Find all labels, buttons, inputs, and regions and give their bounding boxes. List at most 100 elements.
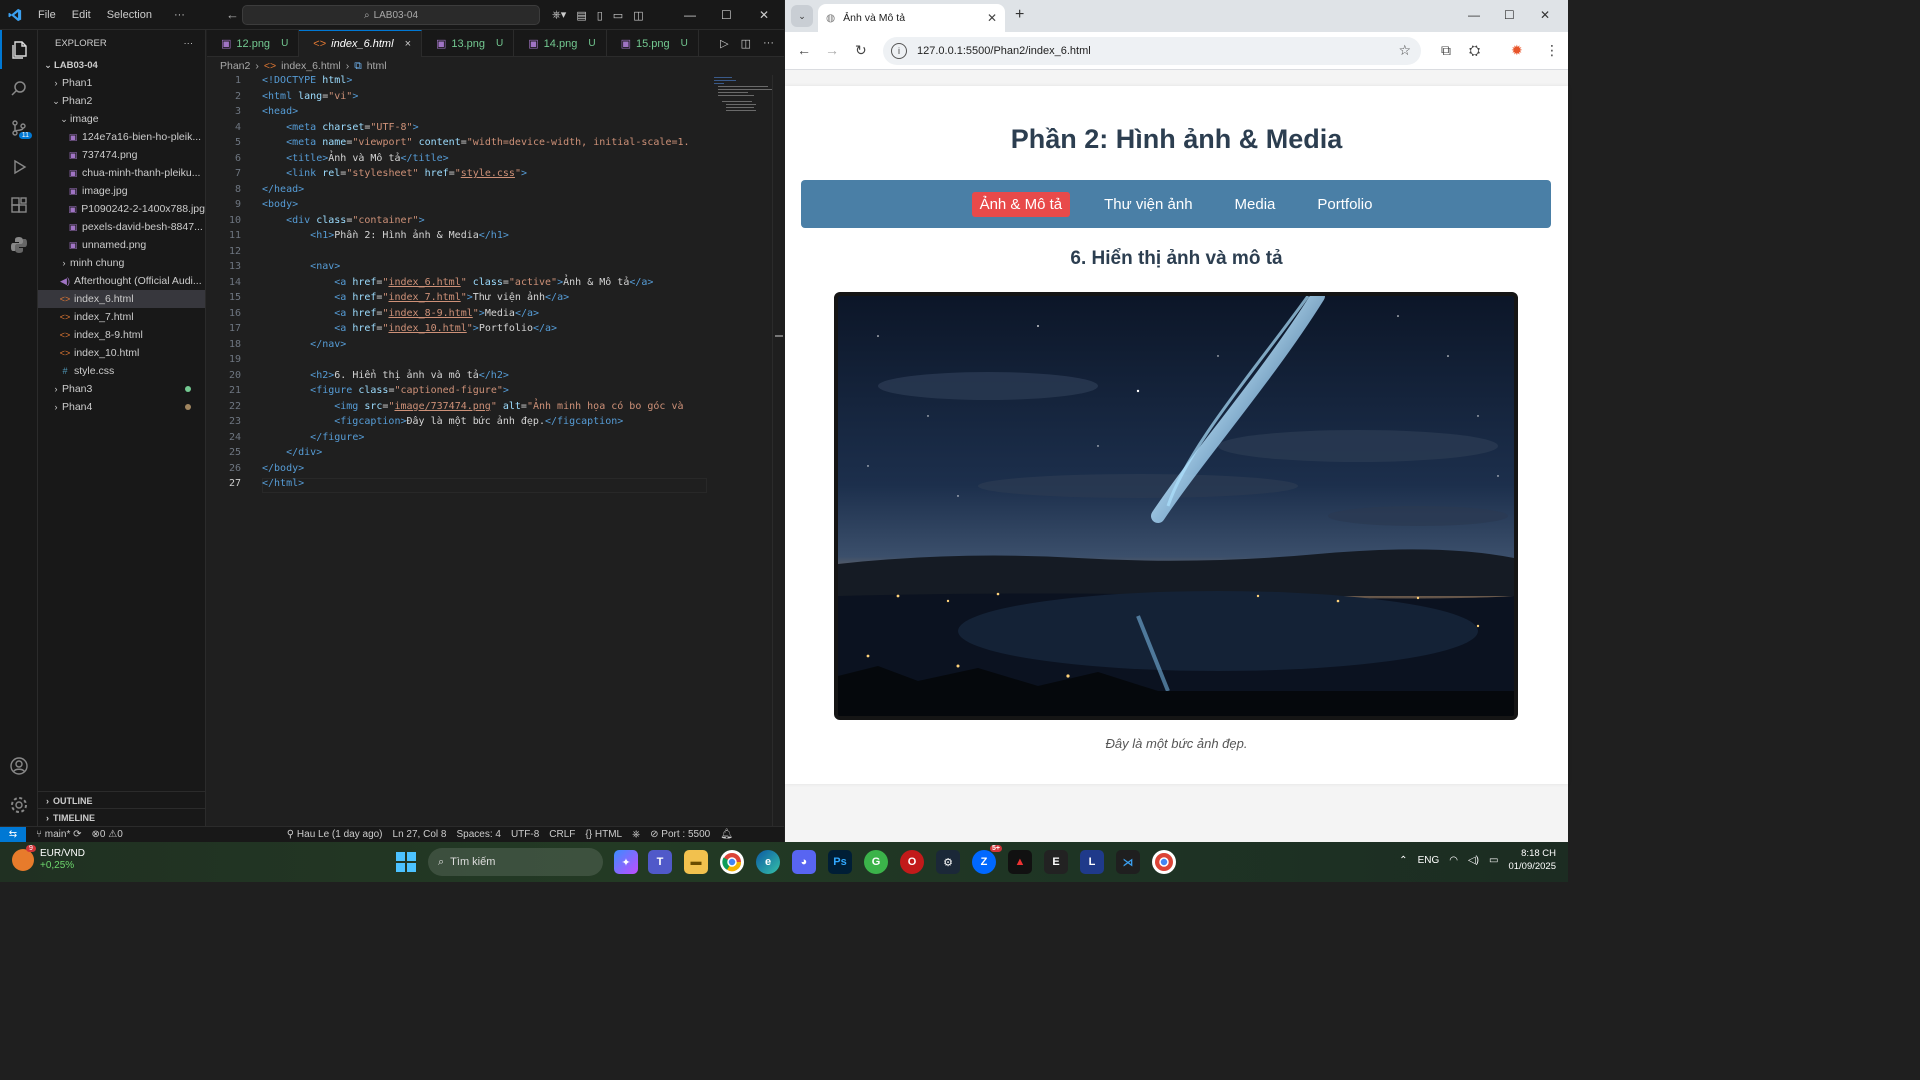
edge-icon[interactable]: e [756,850,780,874]
code-line[interactable]: <link rel="stylesheet" href="style.css"> [262,168,527,179]
bookmark-star-icon[interactable]: ☆ [1398,42,1411,59]
encoding-status[interactable]: UTF-8 [511,829,539,840]
copilot-icon[interactable]: ✦ [614,850,638,874]
page-nav-link[interactable]: Media [1227,192,1284,217]
code-line[interactable]: <a href="index_6.html" class="active">Ản… [262,277,653,288]
code-line[interactable]: </head> [262,184,304,195]
tab-search-chevron-icon[interactable]: ⌄ [791,5,813,27]
profile-extension-icon[interactable]: ✹ [1511,42,1523,58]
eol-status[interactable]: CRLF [549,829,575,840]
chrome-icon[interactable] [720,850,744,874]
workspace-root[interactable]: ⌄ LAB03-04 [38,56,205,74]
code-line[interactable]: <figure class="captioned-figure"> [262,385,509,396]
close-icon[interactable]: ✕ [1540,8,1550,22]
breadcrumb-folder[interactable]: Phan2 [220,60,250,72]
tree-item[interactable]: ▣ chua-minh-thanh-pleiku... [38,164,205,182]
tree-item[interactable]: # style.css [38,362,205,380]
editor-tab[interactable]: ▣ 14.png U [514,30,607,57]
tree-item[interactable]: ▣ unnamed.png [38,236,205,254]
code-line[interactable]: <figcaption>Đây là một bức ảnh đẹp.</fig… [262,416,623,427]
code-line[interactable]: <head> [262,106,298,117]
minimize-icon[interactable]: — [1468,8,1480,22]
kebab-menu-icon[interactable]: ⋮ [1545,42,1559,58]
layout-icon[interactable]: ▤ [576,9,586,22]
command-center-search[interactable]: ⌕ LAB03-04 [242,5,540,25]
editor-tab[interactable]: ▣ 15.png U [607,30,699,57]
ticker-widget[interactable]: 9 EUR/VND +0,25% [12,845,85,872]
code-editor[interactable]: 1 <!DOCTYPE html> 2 <html lang="vi"> 3 <head>… [207,75,707,826]
code-line[interactable]: <img src="image/737474.png" alt="Ảnh min… [262,401,683,412]
back-arrow-icon[interactable]: ← [226,7,239,22]
code-line[interactable]: <div class="container"> [262,215,425,226]
site-info-icon[interactable]: i [891,43,907,59]
code-line[interactable]: </figure> [262,432,364,443]
page-nav-link[interactable]: Thư viện ảnh [1096,192,1200,217]
extensions-icon[interactable]: ⛭ [1469,42,1480,58]
volume-icon[interactable]: ◁) [1468,855,1479,866]
code-line[interactable]: <html lang="vi"> [262,91,358,102]
tree-item[interactable]: › Phan3 [38,380,205,398]
minimap[interactable] [712,75,774,115]
input-language[interactable]: ENG [1418,855,1440,866]
code-line[interactable]: <meta name="viewport" content="width=dev… [262,137,689,148]
live-server-status[interactable]: ⊘ Port : 5500 [650,829,710,840]
tree-item[interactable]: › minh chung [38,254,205,272]
steam-icon[interactable]: ⚙ [936,850,960,874]
epic-games-icon[interactable]: E [1044,850,1068,874]
tree-item[interactable]: ◀) Afterthought (Official Audi... [38,272,205,290]
tree-item[interactable]: ▣ pexels-david-besh-8847... [38,218,205,236]
outline-section[interactable]: › OUTLINE [38,791,206,809]
app-green-icon[interactable]: G [864,850,888,874]
tree-item[interactable]: <> index_6.html [38,290,205,308]
language-status[interactable]: {} HTML [585,829,622,840]
battery-icon[interactable]: ▭ [1489,855,1498,866]
split-editor-icon[interactable]: ◫ [741,37,751,50]
menu-file[interactable]: File [30,9,64,21]
code-line[interactable]: <nav> [262,261,340,272]
menu-selection[interactable]: Selection [99,9,160,21]
reload-icon[interactable]: ↻ [855,42,867,58]
toggle-secondary-sidebar-icon[interactable]: ◫ [633,9,643,22]
tree-item[interactable]: <> index_8-9.html [38,326,205,344]
problems-status[interactable]: ⊗0 ⚠0 [92,829,123,840]
timeline-section[interactable]: › TIMELINE [38,808,206,826]
search-icon[interactable] [0,69,38,108]
git-blame-status[interactable]: ⚲ Hau Le (1 day ago) [287,829,383,840]
code-line[interactable]: <a href="index_8-9.html">Media</a> [262,308,539,319]
menu-more[interactable]: ··· [166,9,193,21]
vscode-taskbar-icon[interactable]: ⋊ [1116,850,1140,874]
indentation-status[interactable]: Spaces: 4 [456,829,500,840]
browser-tab[interactable]: ◍ Ảnh và Mô tả ✕ [818,4,1005,32]
extension-puzzle-icon[interactable]: ⧉ [1441,42,1451,58]
branch-status[interactable]: ⑂ main* ⟳ [36,829,82,840]
code-line[interactable]: <meta charset="UTF-8"> [262,122,419,133]
taskbar-search[interactable]: ⌕ Tìm kiếm [428,848,603,876]
tree-item[interactable]: <> index_7.html [38,308,205,326]
breadcrumb-symbol[interactable]: html [367,60,387,72]
explorer-icon[interactable] [0,30,38,69]
tree-item[interactable]: ▣ P1090242-2-1400x788.jpg [38,200,205,218]
code-line[interactable]: <h1>Phần 2: Hình ảnh & Media</h1> [262,230,509,241]
code-line[interactable]: </html> [262,478,304,489]
editor-tab[interactable]: <> index_6.html × [299,30,422,57]
maximize-icon[interactable]: ☐ [721,0,732,30]
code-line[interactable]: <a href="index_10.html">Portfolio</a> [262,323,557,334]
tree-item[interactable]: ⌄ image [38,110,205,128]
editor-tab[interactable]: ▣ 12.png U [207,30,300,57]
copilot-icon[interactable]: ⎈▾ [552,8,566,22]
editor-scrollbar[interactable] [772,75,784,826]
explorer-more-icon[interactable]: ··· [184,38,194,49]
tree-item[interactable]: ▣ 737474.png [38,146,205,164]
file-explorer-icon[interactable]: ▬ [684,850,708,874]
code-line[interactable]: </div> [262,447,322,458]
code-line[interactable]: </body> [262,463,304,474]
clock[interactable]: 8:18 CH 01/09/2025 [1508,847,1556,873]
code-line[interactable]: <!DOCTYPE html> [262,75,352,86]
toggle-panel-icon[interactable]: ▭ [613,9,623,22]
code-line[interactable]: <h2>6. Hiển thị ảnh và mô tả</h2> [262,370,509,381]
toggle-sidebar-icon[interactable]: ▯ [597,9,603,22]
teams-icon[interactable]: T [648,850,672,874]
garena-icon[interactable]: ▲ [1008,850,1032,874]
photoshop-icon[interactable]: Ps [828,850,852,874]
editor-tab[interactable]: ▣ 13.png U [422,30,515,57]
